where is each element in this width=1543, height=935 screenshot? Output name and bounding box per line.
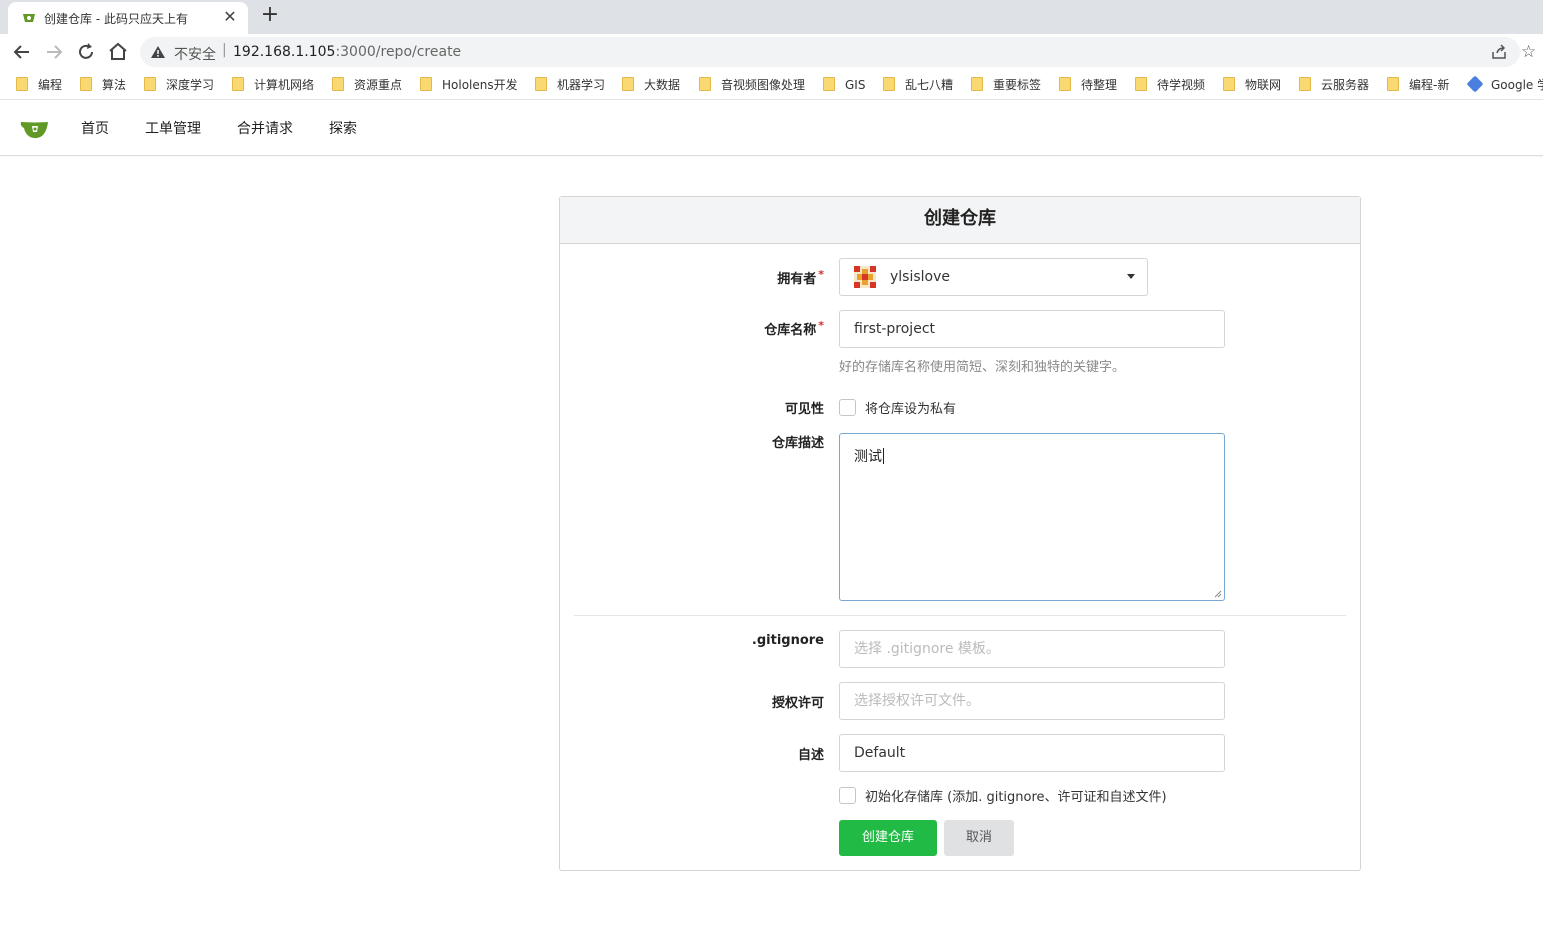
folder-icon <box>232 77 244 91</box>
required-mark: * <box>818 268 824 281</box>
license-dropdown[interactable]: 选择授权许可文件。 <box>839 682 1225 720</box>
nav-explore[interactable]: 探索 <box>329 118 357 138</box>
bookmark-item[interactable]: 待整理 <box>1059 76 1117 94</box>
divider <box>574 615 1346 616</box>
bookmark-item[interactable]: 大数据 <box>622 76 680 94</box>
share-icon[interactable] <box>1490 44 1508 60</box>
bookmark-item[interactable]: 乱七八糟 <box>883 76 953 94</box>
bookmark-item[interactable]: 资源重点 <box>332 76 402 94</box>
app-navbar: 首页 工单管理 合并请求 探索 <box>0 100 1543 156</box>
bookmark-item[interactable]: 重要标签 <box>971 76 1041 94</box>
folder-icon <box>823 77 835 91</box>
reload-icon[interactable] <box>74 40 98 64</box>
folder-icon <box>16 77 28 91</box>
folder-icon <box>1135 77 1147 91</box>
bookmark-item[interactable]: 深度学习 <box>144 76 214 94</box>
address-bar[interactable]: 不安全 | 192.168.1.105:3000/repo/create <box>140 37 1520 67</box>
nav-home[interactable]: 首页 <box>81 118 109 138</box>
folder-icon <box>332 77 344 91</box>
folder-icon <box>699 77 711 91</box>
gitignore-label: .gitignore <box>751 633 824 648</box>
folder-icon <box>971 77 983 91</box>
bookmark-item[interactable]: Google 学 <box>1466 75 1543 94</box>
folder-icon <box>1223 77 1235 91</box>
browser-tab[interactable]: 创建仓库 - 此码只应天上有 ✕ <box>8 2 248 34</box>
required-mark: * <box>818 319 824 332</box>
back-icon[interactable] <box>10 40 34 64</box>
nav-pulls[interactable]: 合并请求 <box>237 118 293 138</box>
bookmark-item[interactable]: 待学视频 <box>1135 76 1205 94</box>
home-icon[interactable] <box>106 40 130 64</box>
folder-icon <box>144 77 156 91</box>
cancel-button[interactable]: 取消 <box>944 820 1014 856</box>
url-host: 192.168.1.105 <box>233 44 336 60</box>
bookmark-star-icon[interactable]: ☆ <box>1521 42 1541 62</box>
description-text: 测试 <box>854 449 882 465</box>
folder-icon <box>80 77 92 91</box>
tab-close-icon[interactable]: ✕ <box>220 7 240 27</box>
repo-name-help: 好的存储库名称使用简短、深刻和独特的关键字。 <box>839 360 1126 375</box>
tab-title: 创建仓库 - 此码只应天上有 <box>44 12 188 26</box>
chevron-down-icon <box>1127 274 1135 279</box>
readme-label: 自述 <box>797 748 824 763</box>
bookmark-item[interactable]: GIS <box>823 76 865 94</box>
description-textarea[interactable]: 测试 <box>839 433 1225 601</box>
text-cursor <box>883 448 884 464</box>
auto-init-checkbox[interactable] <box>839 787 856 804</box>
auto-init-label[interactable]: 初始化存储库 (添加. gitignore、许可证和自述文件) <box>865 786 1167 805</box>
bookmark-item[interactable]: 编程-新 <box>1387 76 1449 94</box>
bookmark-item[interactable]: 编程 <box>16 76 62 94</box>
bookmark-item[interactable]: 云服务器 <box>1299 76 1369 94</box>
browser-tabstrip: 创建仓库 - 此码只应天上有 ✕ + <box>0 0 1543 34</box>
google-scholar-icon <box>1466 75 1484 93</box>
license-label: 授权许可 <box>771 696 824 711</box>
new-tab-button[interactable]: + <box>258 4 282 28</box>
create-repo-form: 创建仓库 拥有者 * ylsislove 仓库名称 * first-project … <box>559 196 1361 871</box>
folder-icon <box>1299 77 1311 91</box>
repo-name-label: 仓库名称 * <box>764 319 824 338</box>
folder-icon <box>883 77 895 91</box>
folder-icon <box>1059 77 1071 91</box>
url-path: :3000/repo/create <box>335 44 462 60</box>
avatar <box>854 266 876 288</box>
bookmark-item[interactable]: 音视频图像处理 <box>699 76 805 94</box>
owner-label: 拥有者 * <box>777 268 824 287</box>
bookmark-item[interactable]: 算法 <box>80 76 126 94</box>
readme-dropdown[interactable]: Default <box>839 734 1225 772</box>
insecure-label[interactable]: 不安全 <box>174 44 216 64</box>
description-label: 仓库描述 <box>771 436 824 451</box>
owner-name: ylsislove <box>890 269 951 285</box>
folder-icon <box>622 77 634 91</box>
omnibox-separator: | <box>222 42 227 58</box>
forward-icon[interactable] <box>42 40 66 64</box>
browser-toolbar: 不安全 | 192.168.1.105:3000/repo/create <box>0 34 1543 70</box>
bookmarks-bar: 编程 算法 深度学习 计算机网络 资源重点 Hololens开发 机器学习 大数… <box>0 70 1543 100</box>
owner-dropdown[interactable]: ylsislove <box>839 258 1148 296</box>
folder-icon <box>535 77 547 91</box>
private-checkbox-label[interactable]: 将仓库设为私有 <box>865 398 956 417</box>
resize-grip-icon[interactable] <box>1214 590 1222 598</box>
nav-issues[interactable]: 工单管理 <box>145 118 201 138</box>
folder-icon <box>420 77 432 91</box>
visibility-label: 可见性 <box>784 402 824 417</box>
repo-name-input[interactable]: first-project <box>839 310 1225 348</box>
bookmark-item[interactable]: 计算机网络 <box>232 76 314 94</box>
warning-icon[interactable] <box>150 45 166 59</box>
gitea-logo-icon[interactable] <box>20 118 50 140</box>
gitignore-dropdown[interactable]: 选择 .gitignore 模板。 <box>839 630 1225 668</box>
bookmark-item[interactable]: 机器学习 <box>535 76 605 94</box>
folder-icon <box>1387 77 1399 91</box>
private-checkbox[interactable] <box>839 399 856 416</box>
create-repo-button[interactable]: 创建仓库 <box>839 820 937 856</box>
bookmark-item[interactable]: 物联网 <box>1223 76 1281 94</box>
url-text[interactable]: 192.168.1.105:3000/repo/create <box>233 44 461 60</box>
bookmark-item[interactable]: Hololens开发 <box>420 76 518 94</box>
gitea-favicon-icon <box>23 14 35 22</box>
form-title: 创建仓库 <box>560 197 1360 244</box>
